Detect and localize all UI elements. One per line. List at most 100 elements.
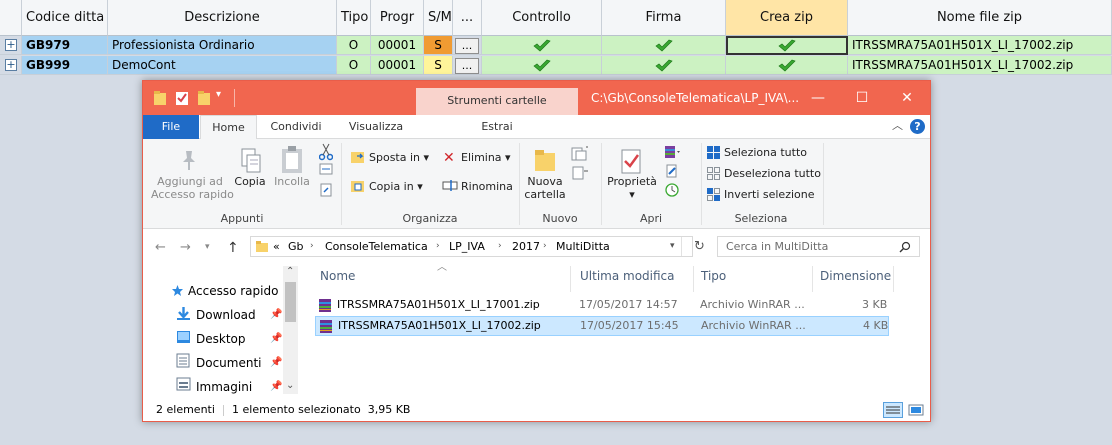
progr-cell[interactable]: 00001	[371, 36, 424, 55]
back-arrow-icon[interactable]: ←	[155, 240, 166, 255]
copy-path-icon[interactable]	[319, 163, 333, 175]
tipo-cell[interactable]: O	[337, 56, 371, 75]
large-icons-view-icon[interactable]	[907, 402, 925, 418]
dots-cell[interactable]: ...	[453, 56, 482, 75]
nav-item-desktop[interactable]: Desktop	[196, 328, 246, 350]
winrar-open-icon[interactable]	[663, 145, 681, 159]
file-row-selected[interactable]: ITRSSMRA75A01H501X_LI_17002.zip 17/05/20…	[315, 316, 889, 336]
history-icon[interactable]	[665, 183, 679, 197]
delete-button[interactable]: Elimina ▾	[461, 151, 511, 164]
maximize-button[interactable]: ☐	[840, 81, 884, 115]
column-header-tipo[interactable]: Tipo	[695, 266, 813, 292]
new-folder-icon[interactable]	[197, 90, 211, 106]
pin-icon[interactable]: 📌	[270, 333, 282, 344]
controllo-cell[interactable]	[482, 56, 602, 75]
firma-cell[interactable]	[602, 56, 726, 75]
add-quick-access-button[interactable]: Aggiungi ad Accesso rapido	[151, 175, 234, 201]
file-row[interactable]: ITRSSMRA75A01H501X_LI_17001.zip 17/05/20…	[315, 295, 889, 315]
tab-estrai[interactable]: Estrai	[416, 115, 578, 139]
expand-icon[interactable]: +	[5, 39, 17, 51]
column-header-dimensione[interactable]: Dimensione	[814, 266, 894, 292]
header-tipo[interactable]: Tipo	[337, 0, 371, 36]
pin-icon[interactable]: 📌	[270, 381, 282, 392]
search-input[interactable]: Cerca in MultiDitta	[717, 236, 920, 257]
expand-cell[interactable]: +	[0, 36, 22, 55]
file-name[interactable]: ITRSSMRA75A01H501X_LI_17002.zip	[338, 316, 541, 336]
crea-zip-cell[interactable]	[726, 36, 848, 55]
tab-file[interactable]: File	[143, 115, 199, 139]
quick-access-dropdown-icon[interactable]: ▾	[216, 89, 230, 105]
scroll-up-icon[interactable]: ⌃	[286, 266, 294, 277]
recent-locations-chevron-icon[interactable]: ▾	[205, 242, 210, 252]
scroll-thumb[interactable]	[285, 282, 296, 322]
nav-item-download[interactable]: Download	[196, 304, 256, 326]
breadcrumb-item[interactable]: MultiDitta	[556, 237, 610, 256]
context-tab-compressed-folder-tools[interactable]: Strumenti cartelle compresse	[416, 88, 578, 133]
rename-button[interactable]: Rinomina	[461, 180, 513, 193]
close-button[interactable]: ✕	[885, 81, 929, 115]
tab-home[interactable]: Home	[200, 115, 257, 140]
detail-button[interactable]: ...	[455, 58, 479, 74]
header-codice-ditta[interactable]: Codice ditta	[22, 0, 108, 36]
column-header-nome[interactable]: Nome	[314, 266, 571, 292]
paste-shortcut-icon[interactable]	[319, 183, 333, 197]
header-nome-file-zip[interactable]: Nome file zip	[848, 0, 1112, 36]
header-dots[interactable]: ...	[453, 0, 482, 36]
tab-condividi[interactable]: Condividi	[260, 115, 332, 139]
progr-cell[interactable]: 00001	[371, 56, 424, 75]
forward-arrow-icon[interactable]: →	[180, 240, 191, 255]
descrizione-cell[interactable]: Professionista Ordinario	[108, 36, 337, 55]
title-bar[interactable]: ▾ Strumenti cartelle compresse C:\Gb\Con…	[143, 81, 930, 133]
expand-cell[interactable]: +	[0, 56, 22, 75]
move-to-button[interactable]: Sposta in ▾	[369, 151, 429, 164]
deselect-all-button[interactable]: Deseleziona tutto	[724, 167, 821, 180]
tipo-cell[interactable]: O	[337, 36, 371, 55]
nav-item-accesso-rapido[interactable]: Accesso rapido	[188, 280, 278, 302]
codice-ditta-cell[interactable]: GB979	[22, 36, 108, 55]
nav-scrollbar[interactable]: ⌃ ⌄	[283, 266, 298, 394]
new-folder-button[interactable]: Nuova cartella	[524, 175, 566, 201]
header-firma[interactable]: Firma	[602, 0, 726, 36]
controllo-cell[interactable]	[482, 36, 602, 55]
details-view-icon[interactable]	[883, 402, 903, 418]
breadcrumb-item[interactable]: 2017	[512, 237, 540, 256]
copy-to-button[interactable]: Copia in ▾	[369, 180, 423, 193]
folder-icon[interactable]	[153, 90, 167, 106]
header-descrizione[interactable]: Descrizione	[108, 0, 337, 36]
help-icon[interactable]: ?	[910, 119, 925, 134]
codice-ditta-cell[interactable]: GB999	[22, 56, 108, 75]
address-bar[interactable]: « Gb › ConsoleTelematica › LP_IVA › 2017…	[250, 236, 693, 257]
collapse-ribbon-icon[interactable]: ︿	[892, 117, 903, 133]
scroll-down-icon[interactable]: ⌄	[286, 380, 294, 391]
paste-button[interactable]: Incolla	[272, 175, 312, 188]
pin-icon[interactable]: 📌	[270, 357, 282, 368]
properties-button[interactable]: Proprietà ▾	[607, 175, 657, 201]
header-crea-zip[interactable]: Crea zip	[726, 0, 848, 36]
pin-icon[interactable]: 📌	[270, 309, 282, 320]
cut-icon[interactable]	[319, 143, 333, 161]
sm-cell[interactable]: S	[424, 36, 453, 55]
easy-access-icon[interactable]	[570, 165, 590, 181]
crea-zip-cell[interactable]	[726, 56, 848, 75]
new-item-icon[interactable]	[570, 146, 590, 162]
column-header-ultima-modifica[interactable]: Ultima modifica	[574, 266, 694, 292]
header-controllo[interactable]: Controllo	[482, 0, 602, 36]
file-name[interactable]: ITRSSMRA75A01H501X_LI_17001.zip	[337, 295, 540, 315]
breadcrumb-item[interactable]: Gb	[288, 237, 304, 256]
sm-cell[interactable]: S	[424, 56, 453, 75]
search-icon[interactable]	[899, 241, 911, 253]
select-all-button[interactable]: Seleziona tutto	[724, 146, 807, 159]
header-sm[interactable]: S/M	[424, 0, 453, 36]
nome-file-zip-cell[interactable]: ITRSSMRA75A01H501X_LI_17002.zip	[848, 36, 1112, 55]
edit-icon[interactable]	[665, 164, 679, 178]
address-dropdown-icon[interactable]: ▾	[670, 237, 675, 256]
dots-cell[interactable]: ...	[453, 36, 482, 55]
table-row[interactable]: + GB979 Professionista Ordinario O 00001…	[0, 36, 1112, 55]
copy-button[interactable]: Copia	[233, 175, 267, 188]
breadcrumb-item[interactable]: ConsoleTelematica	[325, 237, 428, 256]
invert-selection-button[interactable]: Inverti selezione	[724, 188, 815, 201]
properties-check-icon[interactable]	[175, 90, 189, 106]
minimize-button[interactable]: —	[796, 81, 840, 115]
expand-icon[interactable]: +	[5, 59, 17, 71]
breadcrumb-overflow[interactable]: «	[273, 237, 280, 256]
